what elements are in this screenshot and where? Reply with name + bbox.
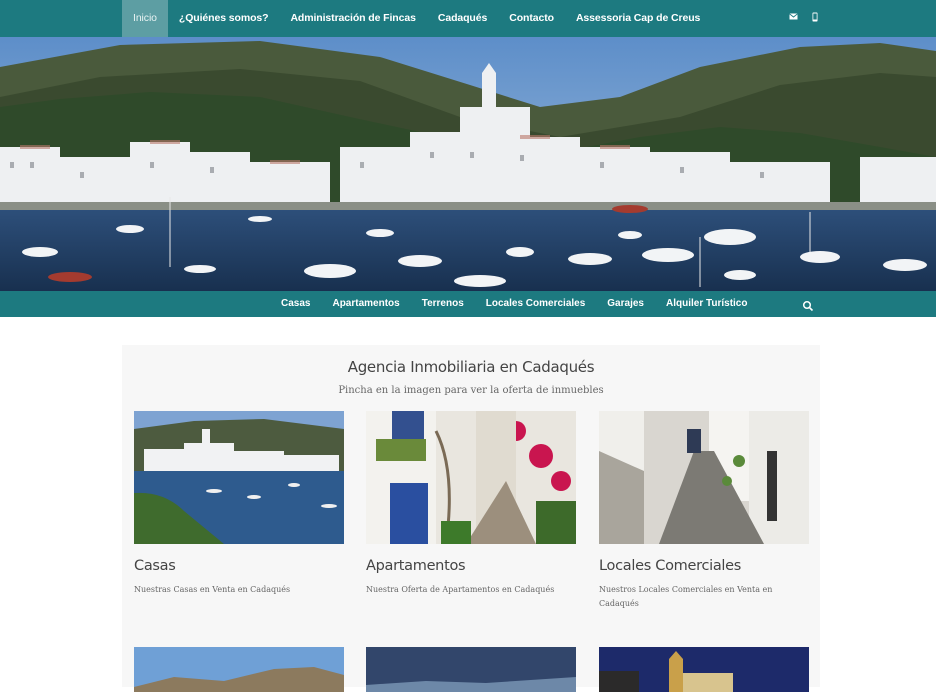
- top-nav-item-assessoria[interactable]: Assessoria Cap de Creus: [565, 0, 711, 37]
- locales-comerciales-thumbnail-image[interactable]: [599, 411, 809, 544]
- main-content-panel: Agencia Inmobiliaria en Cadaqués Pincha …: [122, 345, 820, 692]
- alquiler-turistico-thumbnail-image[interactable]: [599, 647, 809, 692]
- card-title-locales-comerciales[interactable]: Locales Comerciales: [599, 558, 809, 574]
- category-item-locales-comerciales[interactable]: Locales Comerciales: [475, 291, 597, 317]
- property-card-casas: Casas Nuestras Casas en Venta en Cadaqué…: [134, 411, 344, 597]
- page-subtitle: Pincha en la imagen para ver la oferta d…: [338, 385, 604, 396]
- top-navigation-bar: Inicio ¿Quiénes somos? Administración de…: [0, 0, 936, 37]
- category-item-casas[interactable]: Casas: [270, 291, 321, 317]
- card-title-casas[interactable]: Casas: [134, 558, 344, 574]
- card-description-locales-comerciales: Nuestros Locales Comerciales en Venta en…: [599, 585, 773, 608]
- top-nav-item-inicio[interactable]: Inicio: [122, 0, 168, 37]
- property-category-nav-bar: Casas Apartamentos Terrenos Locales Come…: [0, 291, 936, 317]
- garajes-thumbnail-image[interactable]: [366, 647, 576, 692]
- mobile-phone-icon[interactable]: [812, 12, 818, 26]
- hero-banner-image: [0, 37, 936, 291]
- category-item-alquiler-turistico[interactable]: Alquiler Turístico: [655, 291, 759, 317]
- terrenos-thumbnail-image[interactable]: [134, 647, 344, 692]
- category-item-garajes[interactable]: Garajes: [596, 291, 655, 317]
- card-description-apartamentos: Nuestra Oferta de Apartamentos en Cadaqu…: [366, 585, 555, 594]
- property-card-apartamentos: Apartamentos Nuestra Oferta de Apartamen…: [366, 411, 576, 597]
- search-icon[interactable]: [802, 299, 814, 312]
- card-description-casas: Nuestras Casas en Venta en Cadaqués: [134, 585, 291, 594]
- top-contact-icons: [789, 12, 818, 26]
- apartamentos-thumbnail-image[interactable]: [366, 411, 576, 544]
- top-nav-item-cadaques[interactable]: Cadaqués: [427, 0, 498, 37]
- page-title: Agencia Inmobiliaria en Cadaqués: [347, 358, 595, 376]
- card-title-apartamentos[interactable]: Apartamentos: [366, 558, 576, 574]
- property-card-locales-comerciales: Locales Comerciales Nuestros Locales Com…: [599, 411, 809, 611]
- mail-icon[interactable]: [789, 12, 798, 26]
- category-item-terrenos[interactable]: Terrenos: [411, 291, 475, 317]
- top-nav-item-contacto[interactable]: Contacto: [498, 0, 565, 37]
- top-nav-menu: Inicio ¿Quiénes somos? Administración de…: [122, 0, 711, 37]
- casas-thumbnail-image[interactable]: [134, 411, 344, 544]
- category-item-apartamentos[interactable]: Apartamentos: [321, 291, 410, 317]
- top-nav-item-administracion-fincas[interactable]: Administración de Fincas: [279, 0, 426, 37]
- property-category-menu: Casas Apartamentos Terrenos Locales Come…: [270, 291, 758, 317]
- top-nav-item-quienes-somos[interactable]: ¿Quiénes somos?: [168, 0, 280, 37]
